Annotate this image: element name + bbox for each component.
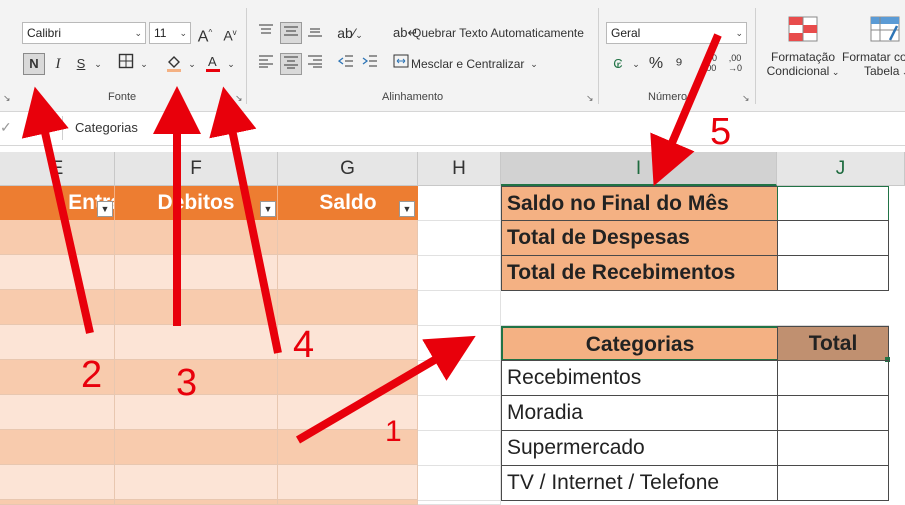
annotation-label-2: 2 — [81, 354, 103, 396]
annotation-label-5: 5 — [710, 111, 732, 153]
annotation-arrow-2 — [21, 86, 94, 334]
annotation-arrow-1 — [295, 335, 476, 444]
annotation-label-1: 1 — [385, 415, 402, 448]
annotation-label-3: 3 — [176, 362, 198, 404]
annotation-label-4: 4 — [293, 324, 315, 366]
annotation-arrows — [21, 33, 722, 444]
annotation-arrow-4 — [209, 86, 282, 354]
